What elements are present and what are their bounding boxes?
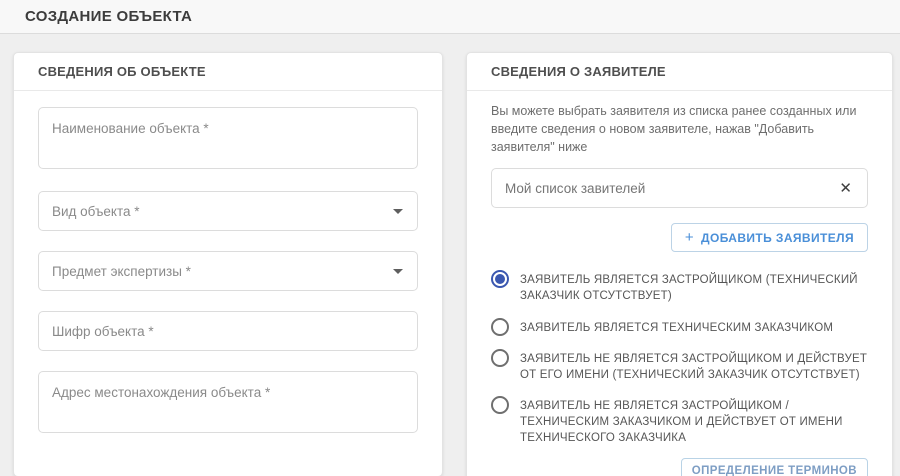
add-applicant-button[interactable]: + ДОБАВИТЬ ЗАЯВИТЕЛЯ [671,223,868,252]
applicant-panel-title: СВЕДЕНИЯ О ЗАЯВИТЕЛЕ [491,64,666,79]
add-applicant-button-label: ДОБАВИТЬ ЗАЯВИТЕЛЯ [701,231,854,245]
applicant-list-input[interactable] [505,181,836,196]
page-title: СОЗДАНИЕ ОБЪЕКТА [25,8,192,25]
page-header: СОЗДАНИЕ ОБЪЕКТА [0,0,900,34]
object-address-input[interactable] [38,371,418,433]
object-panel-title: СВЕДЕНИЯ ОБ ОБЪЕКТЕ [38,64,206,79]
object-name-input[interactable] [38,107,418,169]
applicant-role-radio-group: ЗАЯВИТЕЛЬ ЯВЛЯЕТСЯ ЗАСТРОЙЩИКОМ (ТЕХНИЧЕ… [491,269,868,446]
radio-applicant-is-developer[interactable]: ЗАЯВИТЕЛЬ ЯВЛЯЕТСЯ ЗАСТРОЙЩИКОМ (ТЕХНИЧЕ… [491,269,868,304]
radio-unselected-icon [491,349,509,367]
object-code-input[interactable] [38,311,418,351]
chevron-down-icon [393,269,403,274]
object-kind-select-label: Вид объекта * [52,204,140,219]
object-info-panel: СВЕДЕНИЯ ОБ ОБЪЕКТЕ Вид объекта * Предме… [13,52,443,476]
expertise-subject-select-label: Предмет экспертизы * [52,264,191,279]
applicant-info-panel: СВЕДЕНИЯ О ЗАЯВИТЕЛЕ Вы можете выбрать з… [466,52,893,476]
radio-applicant-acts-for-technical-customer[interactable]: ЗАЯВИТЕЛЬ НЕ ЯВЛЯЕТСЯ ЗАСТРОЙЩИКОМ / ТЕХ… [491,395,868,446]
applicant-help-text: Вы можете выбрать заявителя из списка ра… [491,102,868,156]
radio-label: ЗАЯВИТЕЛЬ НЕ ЯВЛЯЕТСЯ ЗАСТРОЙЩИКОМ / ТЕХ… [520,395,868,446]
object-kind-select[interactable]: Вид объекта * [38,191,418,231]
radio-selected-icon [491,270,509,288]
object-panel-header: СВЕДЕНИЯ ОБ ОБЪЕКТЕ [14,53,442,91]
main-content: СВЕДЕНИЯ ОБ ОБЪЕКТЕ Вид объекта * Предме… [0,34,900,476]
radio-applicant-is-technical-customer[interactable]: ЗАЯВИТЕЛЬ ЯВЛЯЕТСЯ ТЕХНИЧЕСКИМ ЗАКАЗЧИКО… [491,317,868,336]
applicant-panel-header: СВЕДЕНИЯ О ЗАЯВИТЕЛЕ [467,53,892,91]
radio-applicant-acts-for-developer[interactable]: ЗАЯВИТЕЛЬ НЕ ЯВЛЯЕТСЯ ЗАСТРОЙЩИКОМ И ДЕЙ… [491,348,868,383]
radio-unselected-icon [491,318,509,336]
applicant-list-combobox[interactable]: ✕ [491,168,868,208]
expertise-subject-select[interactable]: Предмет экспертизы * [38,251,418,291]
radio-label: ЗАЯВИТЕЛЬ ЯВЛЯЕТСЯ ЗАСТРОЙЩИКОМ (ТЕХНИЧЕ… [520,269,868,304]
plus-icon: + [685,230,694,245]
terms-definition-button[interactable]: ОПРЕДЕЛЕНИЕ ТЕРМИНОВ [681,458,868,476]
chevron-down-icon [393,209,403,214]
radio-unselected-icon [491,396,509,414]
terms-definition-button-label: ОПРЕДЕЛЕНИЕ ТЕРМИНОВ [692,465,857,476]
clear-icon[interactable]: ✕ [836,179,855,198]
radio-label: ЗАЯВИТЕЛЬ ЯВЛЯЕТСЯ ТЕХНИЧЕСКИМ ЗАКАЗЧИКО… [520,317,833,336]
radio-label: ЗАЯВИТЕЛЬ НЕ ЯВЛЯЕТСЯ ЗАСТРОЙЩИКОМ И ДЕЙ… [520,348,868,383]
